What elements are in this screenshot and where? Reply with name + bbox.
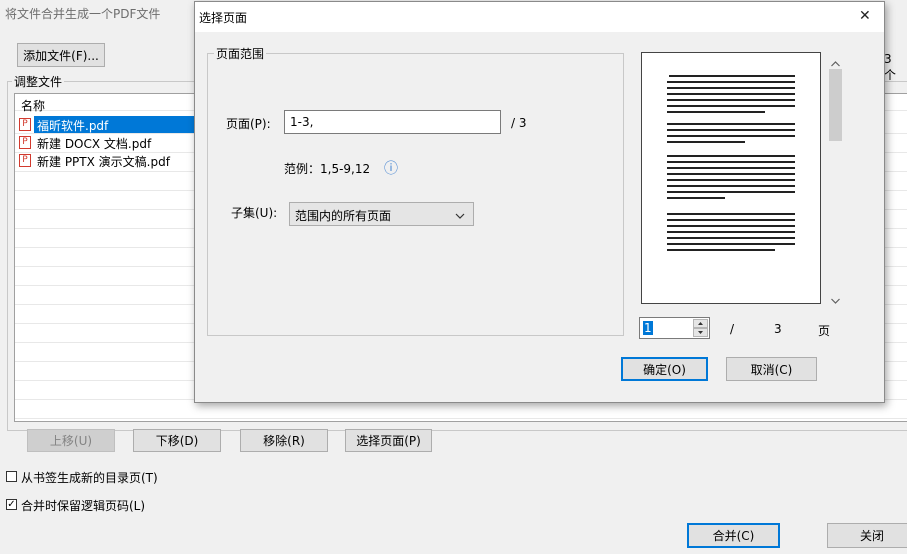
merge-button[interactable]: 合并(C) [687,523,780,548]
add-files-button[interactable]: 添加文件(F)... [17,43,105,67]
cancel-button[interactable]: 取消(C) [726,357,817,381]
dialog-title: 选择页面 [199,11,248,25]
spinner-down-icon[interactable] [693,328,708,337]
move-down-button[interactable]: 下移(D) [133,429,221,452]
page-preview [641,52,821,304]
pages-total: / 3 [511,116,527,130]
bookmark-toc-checkbox[interactable] [6,471,17,482]
file-name: 新建 DOCX 文档.pdf [37,137,152,151]
preview-page-total: 3 [774,322,782,336]
page-range-group [207,53,624,336]
pages-label: 页面(P): [226,117,271,131]
keep-logical-page-numbers-label[interactable]: 合并时保留逻辑页码(L) [21,497,145,514]
file-name: 福昕软件.pdf [37,119,109,133]
file-name: 新建 PPTX 演示文稿.pdf [37,155,170,169]
move-up-button[interactable]: 上移(U) [27,429,115,452]
scroll-thumb[interactable] [829,69,842,141]
range-example: 范例：1,5-9,12 [284,162,371,176]
scroll-up-icon[interactable] [831,56,840,70]
ok-button[interactable]: 确定(O) [621,357,708,381]
close-button[interactable]: 关闭 [827,523,907,548]
remove-button[interactable]: 移除(R) [240,429,328,452]
subset-label: 子集(U): [231,206,278,220]
keep-logical-page-numbers-checkbox[interactable]: ✓ [6,499,17,510]
dialog-close-icon[interactable]: ✕ [859,8,871,24]
select-pages-dialog: 选择页面 ✕ 页面范围 页面(P): 1-3, / 3 范例：1,5-9,12 … [194,1,885,403]
preview-scrollbar[interactable] [827,52,844,304]
adjust-files-group-label: 调整文件 [12,73,65,90]
scroll-down-icon[interactable] [831,293,840,307]
file-row-2[interactable]: P 新建 DOCX 文档.pdf [17,134,193,151]
subset-selected-value: 范围内的所有页面 [295,209,392,223]
pdf-icon: P [19,136,31,149]
pdf-icon: P [19,118,31,131]
subset-select[interactable]: 范围内的所有页面 [289,202,474,226]
chevron-down-icon [455,209,465,223]
pages-input[interactable]: 1-3, [284,110,501,134]
preview-text-block [667,75,795,295]
file-row-3[interactable]: P 新建 PPTX 演示文稿.pdf [17,152,193,169]
file-row-1[interactable]: P 福昕软件.pdf [17,116,194,133]
preview-page-separator: / [730,322,735,336]
spinner-up-icon[interactable] [693,319,708,328]
list-header-name[interactable]: 名称 [21,97,45,114]
bookmark-toc-label[interactable]: 从书签生成新的目录页(T) [21,469,158,486]
preview-page-unit: 页 [818,324,831,338]
file-count-label: 3 个 [884,52,897,82]
select-pages-button[interactable]: 选择页面(P) [345,429,432,452]
main-window-title: 将文件合并生成一个PDF文件 [5,7,161,21]
pdf-icon: P [19,154,31,167]
preview-page-value: 1 [643,321,653,335]
info-icon[interactable]: ⓘ [384,158,398,178]
dialog-title-bar [195,2,884,32]
preview-page-spinner[interactable]: 1 [639,317,710,339]
page-range-group-label: 页面范围 [214,45,267,62]
